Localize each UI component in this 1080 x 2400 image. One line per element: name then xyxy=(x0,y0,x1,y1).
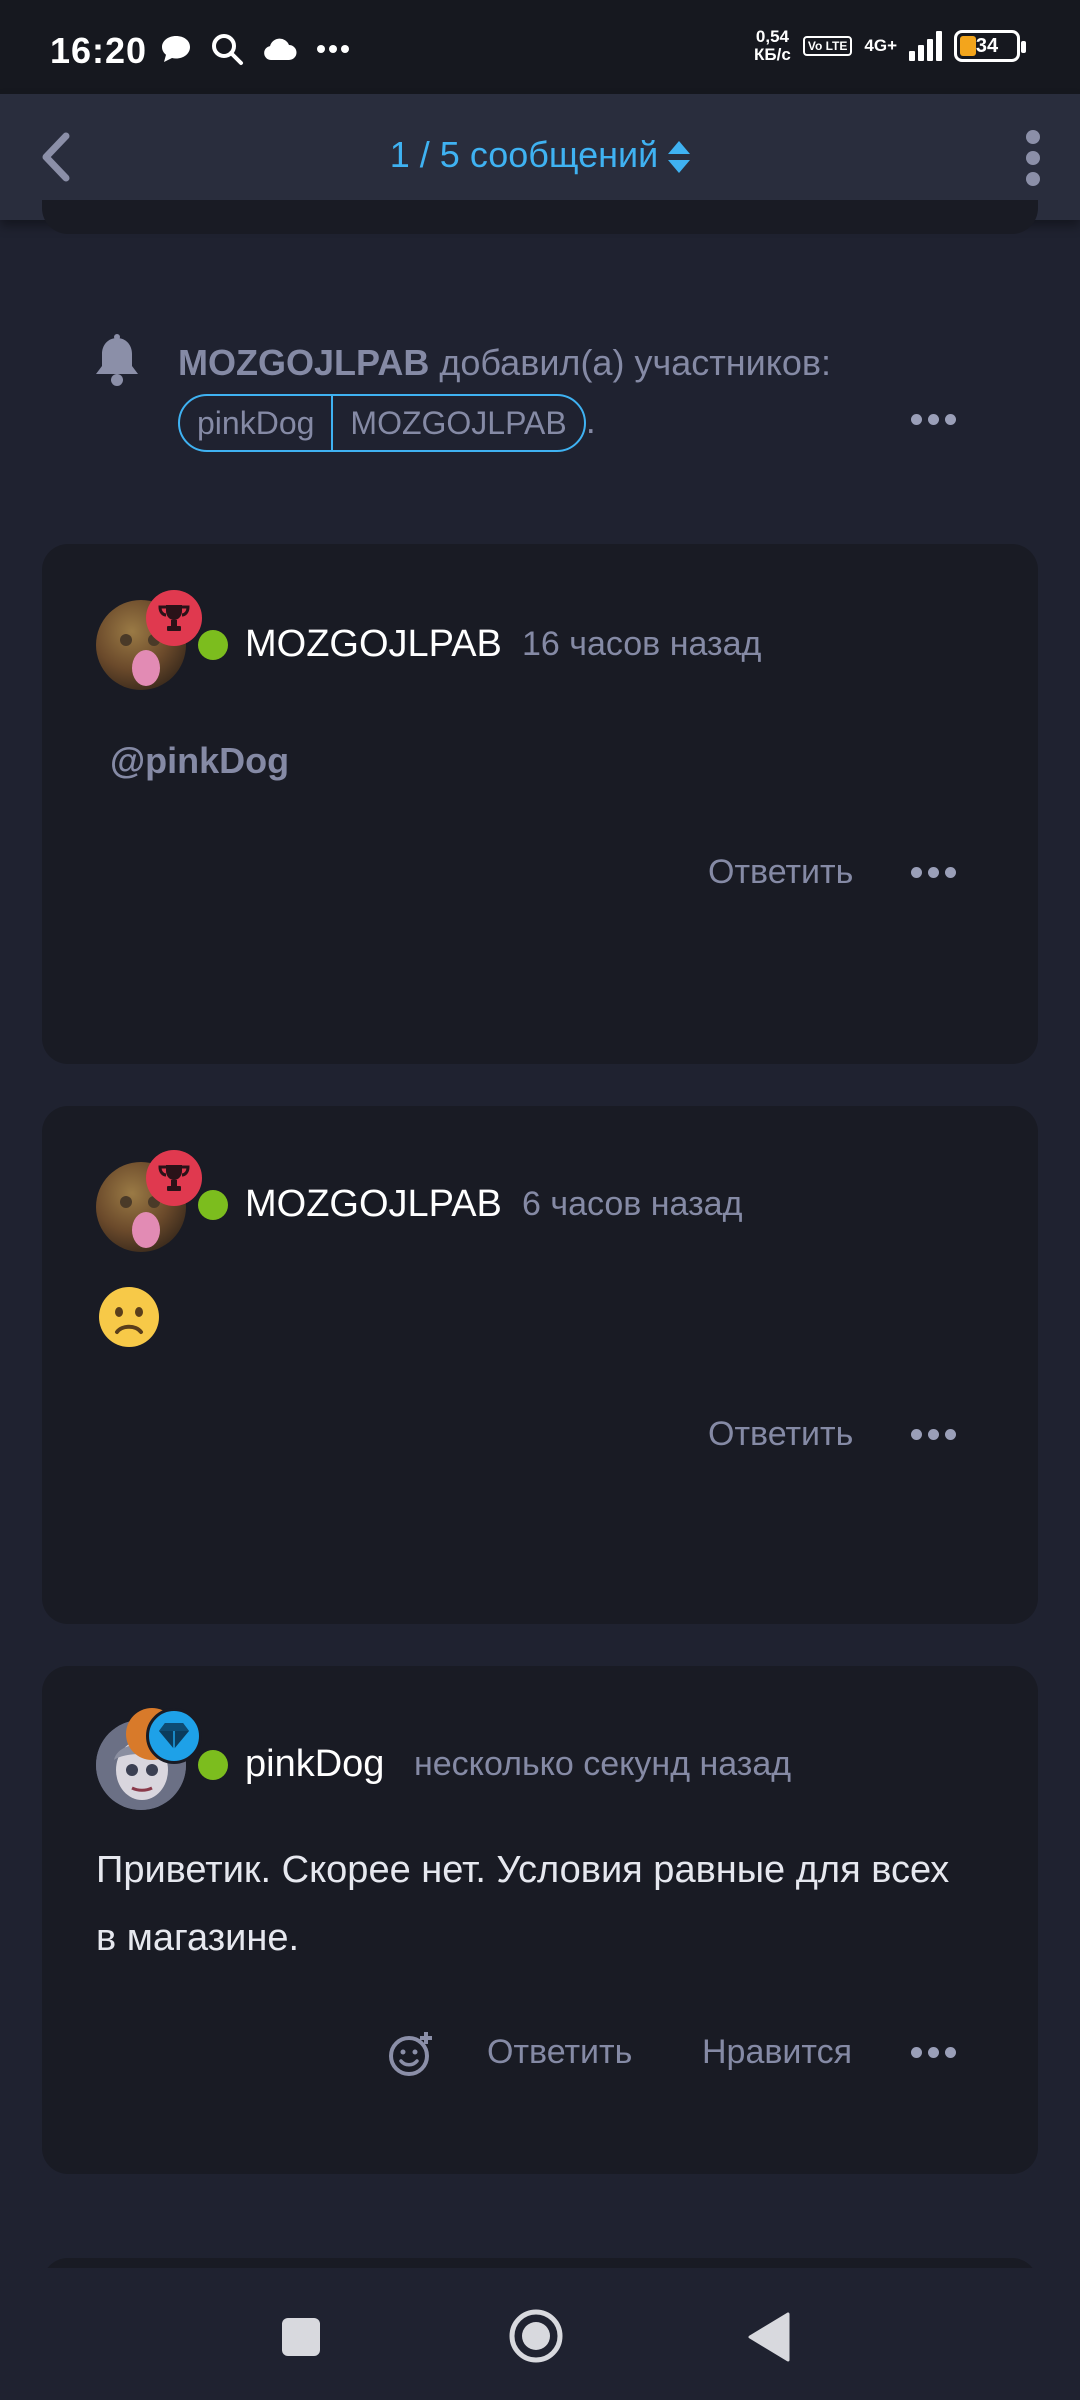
system-message-trailing: . xyxy=(585,400,596,441)
online-indicator xyxy=(198,1750,228,1780)
mention-link[interactable]: @pinkDog xyxy=(110,740,289,782)
post-time[interactable]: 6 часов назад xyxy=(522,1185,742,1224)
post-time[interactable]: 16 часов назад xyxy=(522,625,761,664)
username[interactable]: MOZGOJLPAB xyxy=(245,623,502,666)
signal-icon xyxy=(909,31,942,61)
trophy-icon xyxy=(158,605,190,631)
net-speed-unit: КБ/с xyxy=(754,45,791,64)
previous-card-edge xyxy=(42,200,1038,234)
system-more-icon[interactable] xyxy=(911,414,956,425)
network-type: 4G+ xyxy=(864,36,897,55)
reply-button[interactable]: Ответить xyxy=(487,2033,632,2072)
volte-icon: Vo LTE xyxy=(802,36,853,56)
net-speed-value: 0,54 xyxy=(755,27,789,46)
home-button[interactable] xyxy=(508,2308,564,2369)
chat-bubble-icon xyxy=(162,36,190,62)
diamond-badge[interactable] xyxy=(146,1708,202,1764)
post-more-icon[interactable] xyxy=(911,2047,956,2058)
back-nav-button[interactable] xyxy=(748,2312,790,2367)
post-card: MOZGOJLPAB 6 часов назад Ответить xyxy=(42,1106,1038,1624)
system-message-text: MOZGOJLPAB добавил(а) участников: pinkDo… xyxy=(178,334,831,453)
online-indicator xyxy=(198,1190,228,1220)
post-card: pinkDog несколько секунд назад Приветик.… xyxy=(42,1666,1038,2174)
post-more-icon[interactable] xyxy=(911,1429,956,1440)
online-indicator xyxy=(198,630,228,660)
system-message-user[interactable]: MOZGOJLPAB xyxy=(178,342,429,383)
diamond-icon xyxy=(159,1723,189,1749)
home-circle-icon xyxy=(509,2309,563,2363)
network-indicator: 4G+ xyxy=(864,36,897,56)
square-icon xyxy=(282,2318,320,2356)
system-navigation-bar xyxy=(0,2268,1080,2400)
kebab-menu-icon[interactable] xyxy=(1022,130,1044,186)
participant-chips: pinkDog MOZGOJLPAB xyxy=(178,394,586,453)
participant-chip[interactable]: pinkDog xyxy=(180,396,331,450)
post-more-icon[interactable] xyxy=(911,867,956,878)
trophy-badge[interactable] xyxy=(146,590,202,646)
post-text: Приветик. Скорее нет. Условия равные для… xyxy=(96,1849,950,1959)
participant-chip[interactable]: MOZGOJLPAB xyxy=(331,396,583,451)
system-message-action: добавил(а) участников: xyxy=(439,342,831,383)
trophy-badge[interactable] xyxy=(146,1150,202,1206)
status-time: 16:20 xyxy=(50,30,148,71)
frowning-face-icon xyxy=(99,1287,159,1347)
battery-icon: 34 xyxy=(954,30,1026,62)
net-speed: 0,54 КБ/с xyxy=(754,28,791,64)
emoji-message xyxy=(98,1286,160,1348)
search-icon xyxy=(212,34,243,65)
add-reaction-button[interactable] xyxy=(388,2030,436,2083)
reply-button[interactable]: Ответить xyxy=(708,853,853,892)
reply-button[interactable]: Ответить xyxy=(708,1415,853,1454)
more-notifications-icon xyxy=(317,45,349,53)
recents-button[interactable] xyxy=(280,2316,322,2363)
status-notification-icons xyxy=(160,32,350,66)
cloud-icon xyxy=(264,38,297,60)
post-card: MOZGOJLPAB 16 часов назад @pinkDog Ответ… xyxy=(42,544,1038,1064)
sort-arrows-icon xyxy=(668,141,691,174)
trophy-icon xyxy=(158,1165,190,1191)
username[interactable]: pinkDog xyxy=(245,1743,384,1786)
post-time[interactable]: несколько секунд назад xyxy=(414,1745,791,1784)
message-counter-label: 1 / 5 сообщений xyxy=(389,134,659,175)
battery-level: 34 xyxy=(975,34,999,57)
username[interactable]: MOZGOJLPAB xyxy=(245,1183,502,1226)
bell-icon xyxy=(96,334,138,386)
like-button[interactable]: Нравится xyxy=(702,2033,852,2072)
message-counter[interactable]: 1 / 5 сообщений xyxy=(0,134,1080,176)
triangle-back-icon xyxy=(748,2312,790,2362)
status-bar: 16:20 0,54 КБ/с Vo LTE 4G+ 34 xyxy=(0,0,1080,94)
status-right: 0,54 КБ/с Vo LTE 4G+ 34 xyxy=(754,28,1026,64)
add-reaction-icon xyxy=(389,2032,432,2076)
system-message: MOZGOJLPAB добавил(а) участников: pinkDo… xyxy=(0,320,1080,480)
